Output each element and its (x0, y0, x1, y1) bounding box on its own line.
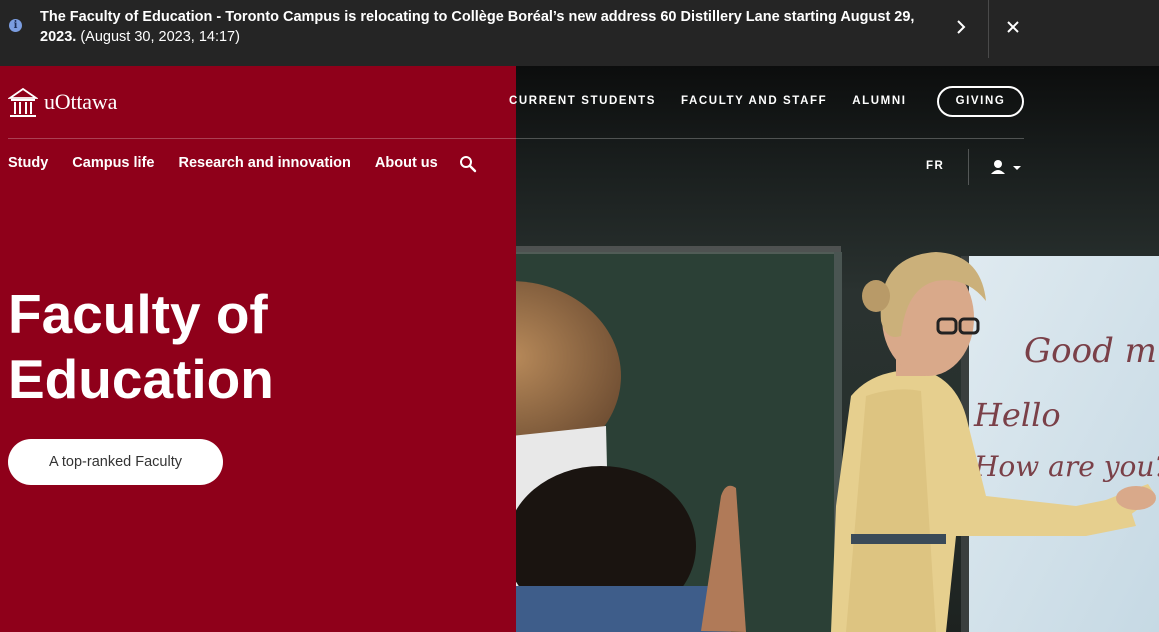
utility-nav: CURRENT STUDENTS FACULTY AND STAFF ALUMN… (509, 95, 932, 108)
info-icon: i (9, 19, 22, 32)
nav-research-and-innovation[interactable]: Research and innovation (178, 156, 350, 171)
link-alumni[interactable]: ALUMNI (852, 95, 906, 108)
chevron-right-icon (957, 20, 966, 34)
header-divider (8, 138, 1024, 139)
page-title-line1: Faculty of (8, 283, 268, 345)
header-vertical-divider (968, 149, 969, 185)
board-text-line1: Good m (1024, 331, 1157, 371)
page-title-line2: Education (8, 348, 274, 410)
nav-study[interactable]: Study (8, 156, 48, 171)
user-icon (991, 160, 1021, 174)
university-building-icon (8, 87, 38, 117)
account-menu-button[interactable] (990, 159, 1024, 177)
close-icon (1007, 21, 1019, 33)
link-current-students[interactable]: CURRENT STUDENTS (509, 95, 656, 108)
board-text-line3: How are you? (973, 450, 1159, 483)
hero-photo: Good m Hello How are you? (516, 66, 1159, 632)
next-alert-button[interactable] (944, 10, 978, 44)
search-button[interactable] (459, 155, 477, 173)
uottawa-logo[interactable]: uOttawa (8, 86, 117, 118)
alert-message: The Faculty of Education - Toronto Campu… (40, 7, 940, 47)
hero: Good m Hello How are you? uOttawa CURREN… (0, 66, 1159, 632)
nav-about-us[interactable]: About us (375, 156, 438, 171)
page-title: Faculty of Education (8, 282, 274, 412)
classroom-illustration: Good m Hello How are you? (516, 246, 1159, 632)
search-icon (460, 156, 477, 173)
alert-timestamp: (August 30, 2023, 14:17) (80, 29, 240, 45)
alert-divider (988, 0, 989, 58)
language-switch[interactable]: FR (926, 160, 944, 173)
giving-button[interactable]: GIVING (937, 86, 1024, 117)
board-text-line2: Hello (973, 396, 1061, 434)
nav-campus-life[interactable]: Campus life (72, 156, 154, 171)
main-nav: Study Campus life Research and innovatio… (8, 156, 462, 171)
top-ranked-faculty-button[interactable]: A top-ranked Faculty (8, 439, 223, 485)
alert-banner: i The Faculty of Education - Toronto Cam… (0, 0, 1159, 66)
close-alert-button[interactable] (996, 10, 1030, 44)
link-faculty-and-staff[interactable]: FACULTY AND STAFF (681, 95, 827, 108)
logo-wordmark: uOttawa (44, 89, 118, 114)
